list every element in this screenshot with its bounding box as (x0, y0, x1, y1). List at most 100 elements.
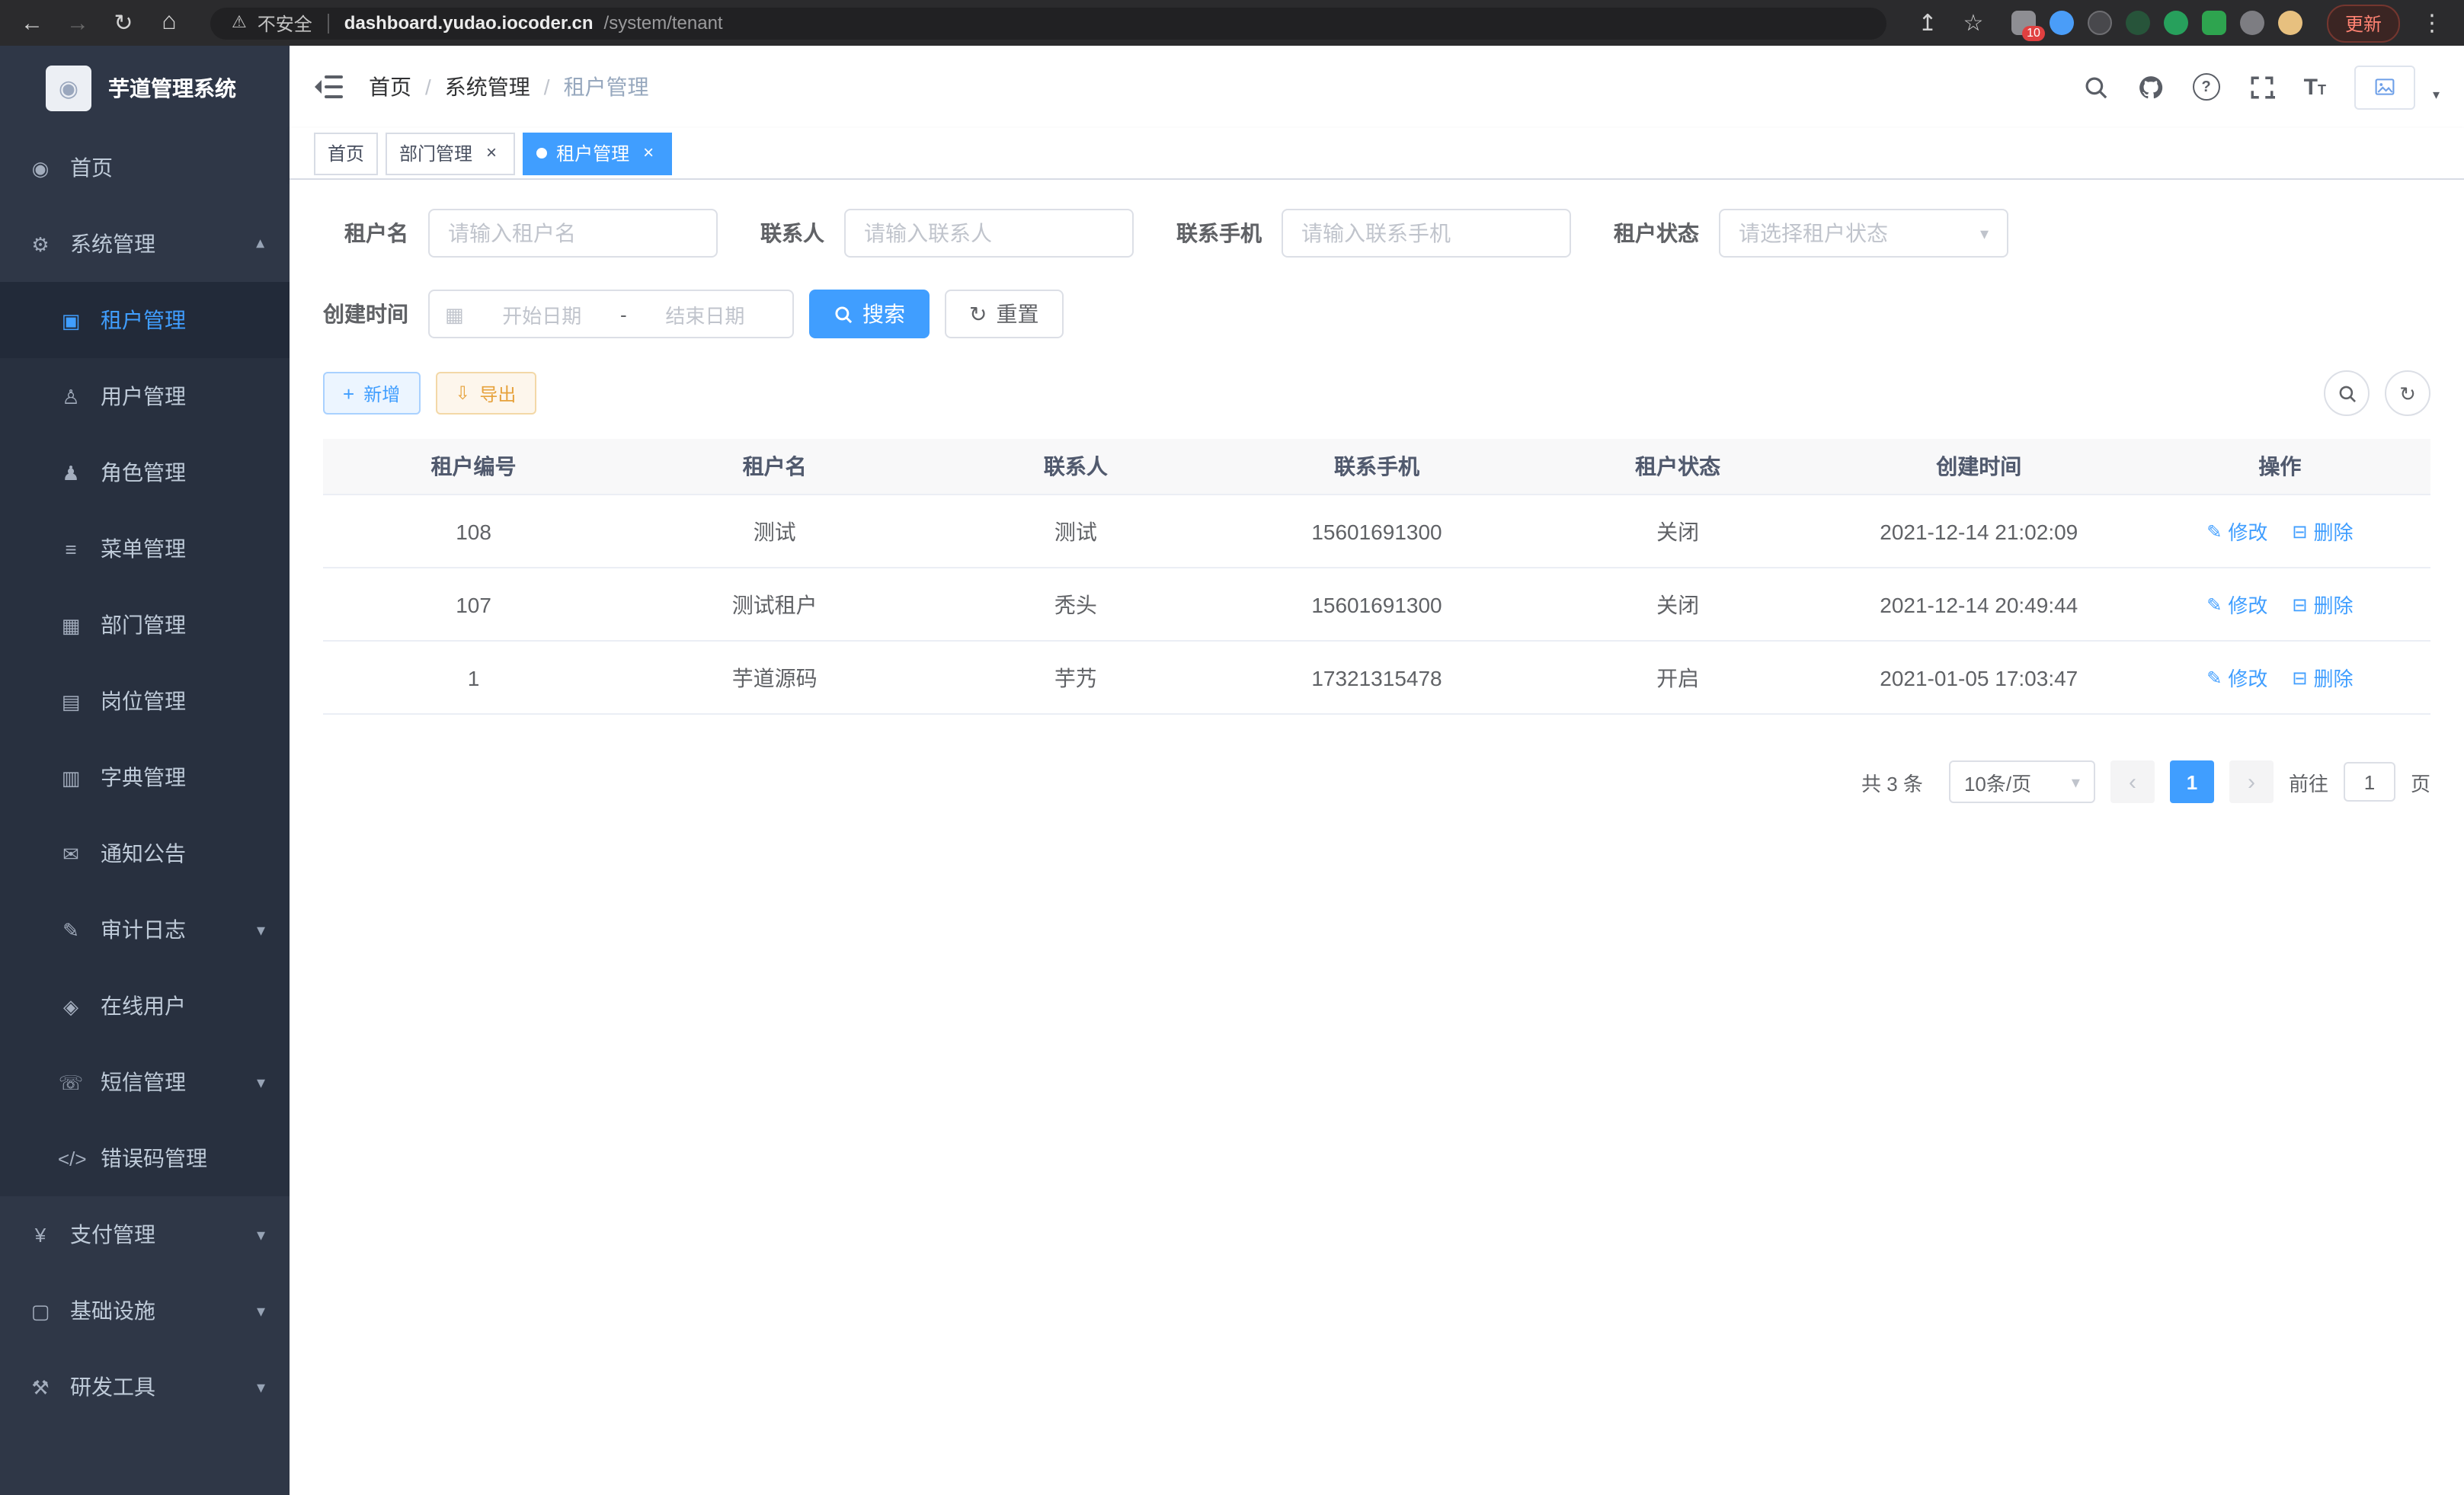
delete-button[interactable]: 删除 (2292, 663, 2353, 692)
search-toggle-button[interactable] (2324, 370, 2370, 416)
sidebar-item[interactable]: ⚒ 研发工具 (0, 1349, 290, 1425)
tab[interactable]: 部门管理 (386, 132, 515, 174)
sidebar-item[interactable]: ▤ 岗位管理 (0, 663, 290, 739)
sidebar-item[interactable]: ◈ 在线用户 (0, 968, 290, 1044)
help-icon[interactable] (2193, 73, 2220, 101)
sidebar-item[interactable]: ☏ 短信管理 (0, 1044, 290, 1120)
refresh-table-button[interactable] (2385, 370, 2430, 416)
application-window: 不安全 dashboard.yudao.iocoder.cn /system/t… (0, 0, 2464, 1495)
home-button[interactable] (155, 11, 183, 35)
column-header[interactable]: 操作 (2130, 439, 2430, 495)
extension-icon[interactable] (2202, 11, 2226, 35)
hamburger-icon[interactable] (314, 72, 344, 102)
extension-icon[interactable]: 10 (2011, 11, 2036, 35)
github-icon[interactable] (2138, 74, 2164, 100)
goto-page-input[interactable] (2344, 762, 2395, 802)
column-header[interactable]: 租户名 (624, 439, 925, 495)
page-number-button[interactable]: 1 (2170, 760, 2214, 803)
chevron-icon (257, 1224, 265, 1244)
security-label: 不安全 (258, 10, 312, 36)
sidebar-item[interactable]: ◉ 首页 (0, 130, 290, 206)
tab-active-dot (536, 148, 547, 158)
prev-page-button[interactable] (2110, 760, 2155, 803)
delete-button[interactable]: 删除 (2292, 517, 2353, 546)
next-page-button[interactable] (2229, 760, 2274, 803)
cell-actions: 修改 删除 (2130, 495, 2430, 568)
sidebar-item[interactable]: ▢ 基础设施 (0, 1273, 290, 1349)
calendar-icon (445, 304, 464, 324)
payment-icon: ¥ (27, 1224, 53, 1244)
search-icon[interactable] (2083, 74, 2109, 100)
tab-close-icon[interactable] (482, 143, 501, 163)
address-divider (328, 13, 329, 33)
share-icon[interactable] (1914, 11, 1941, 34)
infra-icon: ▢ (27, 1301, 53, 1321)
bookmark-star-icon[interactable] (1960, 11, 1987, 34)
reload-button[interactable] (110, 11, 137, 34)
edit-button[interactable]: 修改 (2206, 517, 2267, 546)
phone-input[interactable] (1282, 209, 1571, 258)
search-button[interactable]: 搜索 (809, 290, 930, 338)
reset-button[interactable]: 重置 (945, 290, 1063, 338)
column-header[interactable]: 联系手机 (1226, 439, 1527, 495)
forward-button[interactable] (64, 11, 91, 34)
download-icon (455, 384, 470, 402)
sidebar: 芋道管理系统 ◉ 首页 ⚙ 系统管理 ▣ 租户管理 (0, 46, 290, 1495)
page-size-select[interactable]: 10条/页 (1949, 760, 2095, 803)
sidebar-item[interactable]: </> 错误码管理 (0, 1120, 290, 1196)
column-header[interactable]: 租户状态 (1528, 439, 1829, 495)
edit-button[interactable]: 修改 (2206, 590, 2267, 619)
sidebar-item[interactable]: ¥ 支付管理 (0, 1196, 290, 1273)
sidebar-item[interactable]: ⚙ 系统管理 (0, 206, 290, 282)
puzzle-extension-icon[interactable] (2240, 11, 2264, 35)
delete-icon (2292, 667, 2307, 687)
font-size-icon[interactable] (2304, 74, 2326, 100)
profile-avatar[interactable] (2278, 11, 2302, 35)
add-button[interactable]: 新增 (323, 372, 420, 415)
sidebar-item[interactable]: ✎ 审计日志 (0, 892, 290, 968)
audit-log-icon: ✎ (58, 920, 84, 940)
date-range-picker[interactable]: 开始日期 - 结束日期 (428, 290, 794, 338)
contact-input[interactable] (844, 209, 1134, 258)
back-button[interactable] (18, 11, 46, 34)
error-code-icon: </> (58, 1148, 84, 1168)
extension-icon[interactable] (2050, 11, 2074, 35)
breadcrumb-item-system[interactable]: 系统管理 (445, 72, 530, 102)
delete-button[interactable]: 删除 (2292, 590, 2353, 619)
column-header[interactable]: 联系人 (925, 439, 1226, 495)
extension-icon[interactable] (2088, 11, 2112, 35)
chevron-icon (257, 920, 265, 940)
browser-menu-icon[interactable] (2418, 11, 2446, 34)
sidebar-item[interactable]: ♙ 用户管理 (0, 358, 290, 434)
sidebar-item[interactable]: ▦ 部门管理 (0, 587, 290, 663)
column-header[interactable]: 租户编号 (323, 439, 624, 495)
sidebar-item[interactable]: ▥ 字典管理 (0, 739, 290, 815)
sidebar-item[interactable]: ✉ 通知公告 (0, 815, 290, 892)
address-bar[interactable]: 不安全 dashboard.yudao.iocoder.cn /system/t… (210, 7, 1886, 39)
tab[interactable]: 首页 (314, 132, 378, 174)
column-header[interactable]: 创建时间 (1829, 439, 2130, 495)
sidebar-item[interactable]: ≡ 菜单管理 (0, 511, 290, 587)
tab[interactable]: 租户管理 (523, 132, 672, 174)
filter-label-create-time: 创建时间 (323, 299, 408, 329)
sidebar-item[interactable]: ▣ 租户管理 (0, 282, 290, 358)
tenant-name-input[interactable] (428, 209, 718, 258)
tab-close-icon[interactable] (638, 143, 658, 163)
sidebar-item[interactable]: ♟ 角色管理 (0, 434, 290, 511)
tenant-status-select[interactable]: 请选择租户状态 (1719, 209, 2008, 258)
sidebar-menu: ◉ 首页 ⚙ 系统管理 ▣ 租户管理 ♙ 用户管理 (0, 130, 290, 1425)
tab-bar: 首页 部门管理 租户管理 (290, 128, 2464, 180)
update-button[interactable]: 更新 (2327, 4, 2400, 42)
user-avatar[interactable] (2355, 65, 2416, 109)
export-button[interactable]: 导出 (435, 372, 536, 415)
cell-tenant-name: 芋道源码 (624, 642, 925, 715)
notice-icon: ✉ (58, 844, 84, 863)
chevron-down-icon (2072, 772, 2080, 792)
breadcrumb-item-home[interactable]: 首页 (369, 72, 411, 102)
edit-button[interactable]: 修改 (2206, 663, 2267, 692)
extension-icon[interactable] (2164, 11, 2188, 35)
chevron-down-icon[interactable] (2433, 86, 2440, 109)
fullscreen-icon[interactable] (2249, 74, 2275, 100)
extension-icon[interactable] (2126, 11, 2150, 35)
app-logo[interactable]: 芋道管理系统 (0, 46, 290, 130)
